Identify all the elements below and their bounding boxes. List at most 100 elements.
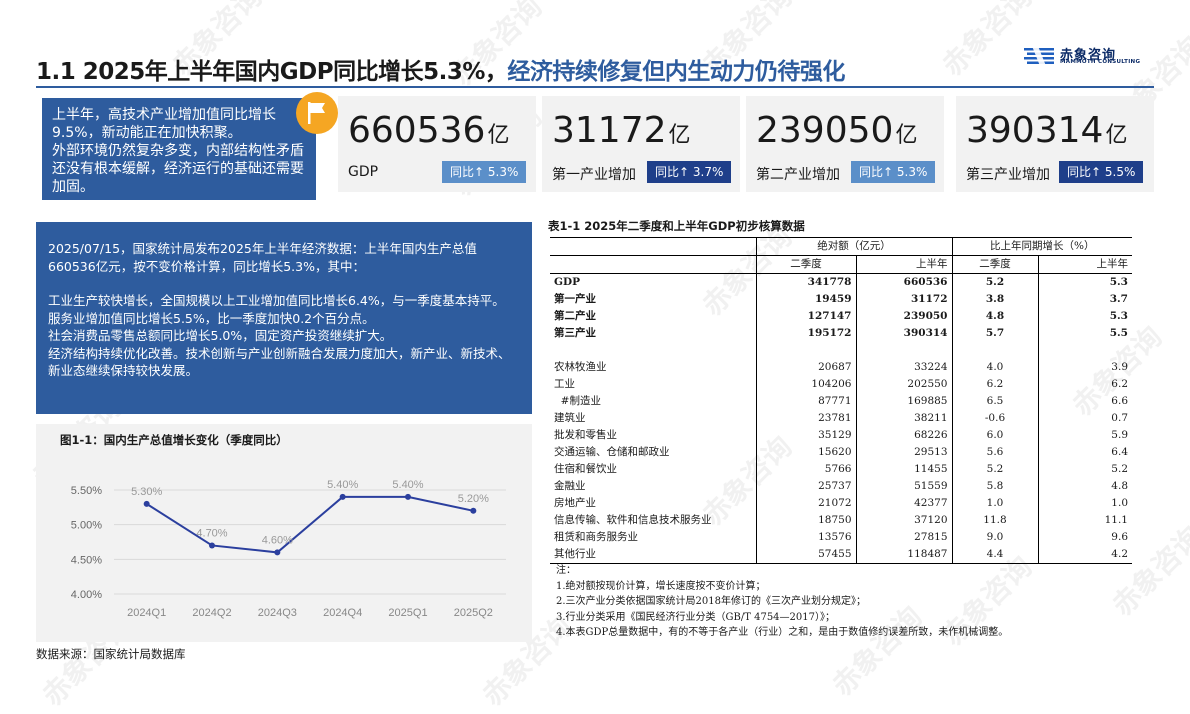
table-cell-q2-growth: 3.8	[951, 291, 1038, 308]
watermark-text: 赤象咨询	[935, 0, 1039, 83]
x-tick-label: 2024Q1	[127, 607, 166, 619]
table-cell-q2-growth: 5.8	[951, 478, 1038, 495]
table-cell-h1-value: 202550	[855, 376, 952, 393]
table-subheader-h1-growth: 上半年	[1037, 255, 1132, 274]
table-cell-h1-growth	[1037, 342, 1132, 359]
news-paragraph: 社会消费品零售总额同比增长5.0%，固定资产投资继续扩大。	[48, 328, 393, 343]
data-point	[143, 500, 150, 507]
table-cell-q2-growth: 5.2	[951, 461, 1038, 478]
table-cell-industry: 交通运输、仓储和邮政业	[554, 446, 670, 458]
table-cell-h1-growth: 5.2	[1037, 461, 1132, 478]
table-row: 建筑业 23781 38211 -0.6 0.7	[550, 410, 1132, 427]
table-cell-q2-growth: 4.4	[951, 546, 1038, 564]
table-cell-industry: 第一产业	[554, 293, 596, 305]
table-cell-q2-value: 20687	[755, 359, 856, 376]
table-cell-h1-growth: 6.2	[1037, 376, 1132, 393]
kpi-growth-badge: 同比↑ 3.7%	[647, 161, 732, 183]
info-paragraph-1: 上半年，高技术产业增加值同比增长9.5%，新动能正在加快积聚。	[52, 107, 276, 141]
table-cell-industry: 其他行业	[550, 546, 756, 564]
table-header-absolute: 绝对额（亿元）	[755, 237, 952, 256]
table-title: 表1-1 2025年二季度和上半年GDP初步核算数据	[548, 219, 805, 233]
table-cell-h1-value: 660536	[855, 273, 952, 291]
note-line: 3.行业分类采用《国民经济行业分类（GB/T 4754—2017）》；	[556, 611, 835, 623]
table-cell-q2-growth: 5.6	[951, 444, 1038, 461]
flag-icon	[296, 92, 338, 134]
kpi-growth-badge: 同比↑ 5.3%	[851, 161, 936, 183]
data-label: 4.70%	[196, 527, 227, 539]
table-row: 第二产业 127147 239050 4.8 5.3	[550, 308, 1132, 325]
table-cell-q2-value: 87771	[755, 393, 856, 410]
table-row: 第三产业 195172 390314 5.7 5.5	[550, 325, 1132, 342]
table-cell-q2-value: 57455	[755, 546, 856, 564]
table-row: GDP 341778 660536 5.2 5.3	[550, 273, 1132, 291]
data-label: 5.40%	[392, 479, 423, 491]
table-cell-q2-value: 104206	[755, 376, 856, 393]
table-cell-q2-value: 35129	[755, 427, 856, 444]
table-cell-q2-growth: 11.8	[951, 512, 1038, 529]
table-cell-industry: 住宿和餐饮业	[554, 463, 617, 475]
company-logo: 赤象咨询 MAMMOTH CONSULTING	[1024, 44, 1154, 70]
table-cell-q2-growth: 4.0	[951, 359, 1038, 376]
table-cell-industry: 租赁和商务服务业	[554, 531, 638, 543]
table-subheader-h1: 上半年	[855, 255, 952, 274]
page-title-highlight: 经济持续修复但内生动力仍待强化	[507, 59, 845, 85]
data-point	[339, 493, 346, 500]
note-line: 1.绝对额按现价计算，增长速度按不变价计算；	[556, 580, 766, 592]
x-tick-label: 2024Q4	[323, 607, 362, 619]
table-row: #制造业 87771 169885 6.5 6.6	[550, 393, 1132, 410]
x-tick-label: 2024Q3	[258, 607, 297, 619]
table-row: 房地产业 21072 42377 1.0 1.0	[550, 495, 1132, 512]
gdp-accounting-table: 绝对额（亿元） 比上年同期增长（%） 二季度 上半年 二季度 上半年 GDP 34…	[550, 237, 1132, 564]
table-cell-q2-value: 19459	[755, 291, 856, 308]
data-point	[274, 549, 281, 556]
table-cell-h1-growth: 11.1	[1037, 512, 1132, 529]
table-cell-q2-value: 23781	[755, 410, 856, 427]
table-cell-h1-growth: 4.8	[1037, 478, 1132, 495]
table-cell-h1-growth: 5.9	[1037, 427, 1132, 444]
table-cell-h1-value: 42377	[855, 495, 952, 512]
table-cell-industry	[550, 342, 756, 359]
table-cell-h1-growth: 5.3	[1037, 273, 1132, 291]
table-cell-h1-growth: 3.7	[1037, 291, 1132, 308]
table-row: 工业 104206 202550 6.2 6.2	[550, 376, 1132, 393]
table-subheader-q2: 二季度	[755, 255, 856, 274]
chart-title: 图1-1：国内生产总值增长变化（季度同比）	[60, 433, 288, 447]
table-cell-h1-growth: 0.7	[1037, 410, 1132, 427]
data-label: 5.30%	[131, 486, 162, 498]
table-cell-h1-value: 11455	[855, 461, 952, 478]
table-row: 农林牧渔业 20687 33224 4.0 3.9	[550, 359, 1132, 376]
table-cell-h1-growth: 5.3	[1037, 308, 1132, 325]
kpi-card-gdp: 660536亿 GDP 同比↑ 5.3%	[338, 96, 536, 192]
data-point	[470, 507, 477, 514]
table-cell-q2-value: 195172	[755, 325, 856, 342]
kpi-value: 390314亿	[966, 110, 1128, 151]
page-title: 1.1 2025年上半年国内GDP同比增长5.3%，经济持续修复但内生动力仍待强…	[36, 52, 845, 86]
table-subheader-q2-growth: 二季度	[951, 255, 1038, 274]
info-paragraph-2: 外部环境仍然复杂多变，内部结构性矛盾还没有根本缓解，经济运行的基础还需要加固。	[52, 143, 304, 195]
kpi-growth-badge: 同比↑ 5.5%	[1059, 161, 1144, 183]
table-cell-q2-value: 25737	[755, 478, 856, 495]
table-cell-q2-growth: 6.0	[951, 427, 1038, 444]
kpi-growth-badge: 同比↑ 5.3%	[442, 161, 527, 183]
page-title-main: 1.1 2025年上半年国内GDP同比增长5.3%，	[36, 59, 508, 85]
table-cell-h1-value	[855, 342, 952, 359]
kpi-card-tertiary-industry: 390314亿 第三产业增加 同比↑ 5.5%	[956, 96, 1154, 192]
news-summary-box: 2025/07/15，国家统计局发布2025年上半年经济数据：上半年国内生产总值…	[36, 222, 532, 414]
table-cell-industry: 第三产业	[554, 327, 596, 339]
x-tick-label: 2025Q2	[454, 607, 493, 619]
table-cell-q2-value: 15620	[755, 444, 856, 461]
table-subheader-blank	[550, 255, 756, 274]
kpi-value: 31172亿	[552, 110, 691, 151]
table-cell-h1-growth: 5.5	[1037, 325, 1132, 342]
note-line: 4.本表GDP总量数据中，有的不等于各产业（行业）之和，是由于数值修约误差所致，…	[556, 627, 1009, 638]
note-line: 注：	[556, 565, 576, 576]
kpi-value: 660536亿	[348, 110, 510, 151]
table-cell-industry: 农林牧渔业	[554, 361, 607, 373]
table-row: 其他行业 57455 118487 4.4 4.2	[550, 546, 1132, 564]
table-cell-h1-value: 37120	[855, 512, 952, 529]
table-cell-q2-growth: 6.5	[951, 393, 1038, 410]
table-cell-h1-value: 51559	[855, 478, 952, 495]
table-cell-industry: 金融业	[554, 480, 586, 492]
note-line: 2.三次产业分类依据国家统计局2018年修订的《三次产业划分规定》；	[556, 596, 866, 607]
kpi-label: 第一产业增加	[552, 167, 636, 183]
